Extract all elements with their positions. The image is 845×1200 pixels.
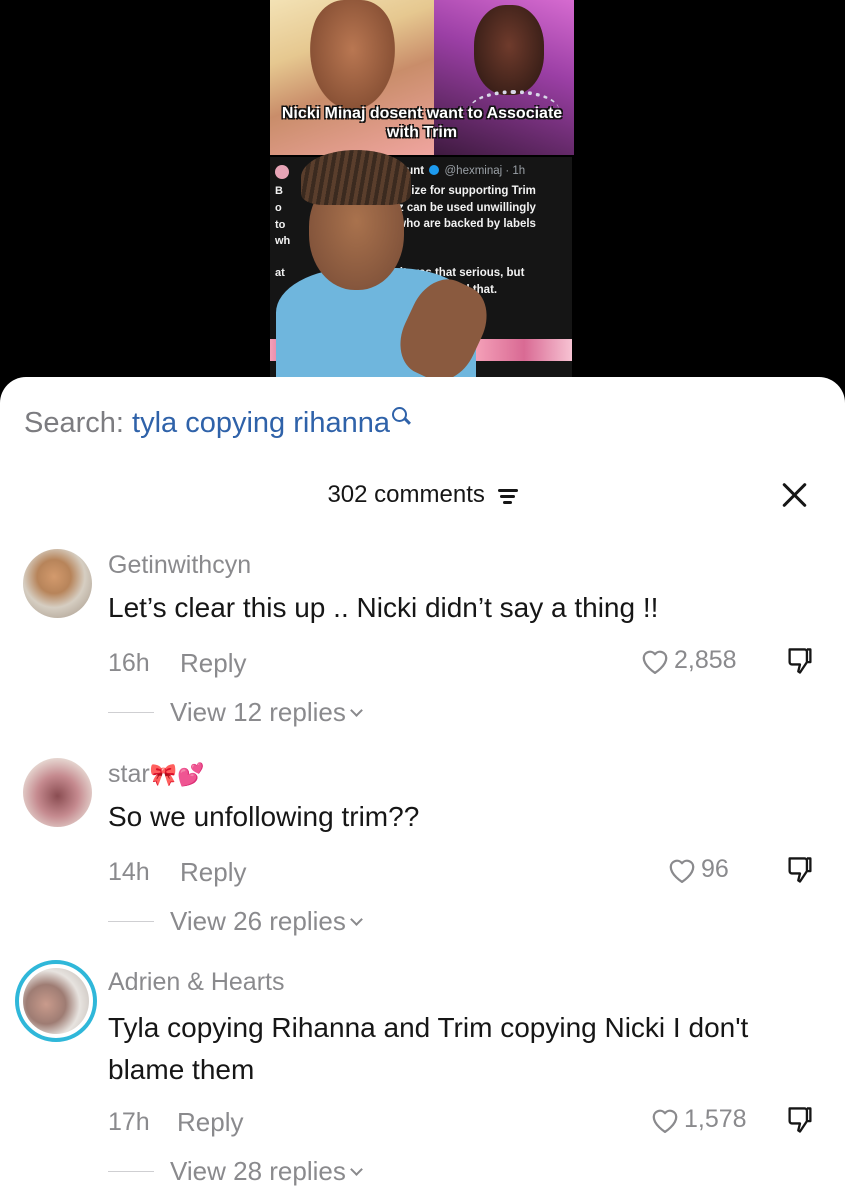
like-button[interactable]: 96	[667, 855, 729, 884]
view-replies-button[interactable]: View 26 replies	[108, 906, 363, 937]
like-count: 2,858	[674, 646, 737, 674]
comment-time: 16h	[108, 649, 150, 677]
like-button[interactable]: 1,578	[650, 1105, 747, 1134]
chevron-down-icon	[349, 1163, 363, 1176]
reply-button[interactable]: Reply	[177, 1107, 243, 1138]
comment-text: Tyla copying Rihanna and Trim copying Ni…	[108, 1012, 749, 1085]
close-icon[interactable]	[781, 481, 809, 509]
comment-time: 17h	[108, 1108, 150, 1136]
comment-count: 302 comments	[327, 481, 485, 508]
search-label: Search:	[24, 407, 124, 439]
sort-icon[interactable]	[497, 487, 518, 504]
chevron-down-icon	[349, 704, 363, 717]
view-replies-label: View 26 replies	[170, 906, 346, 936]
avatar[interactable]	[23, 758, 92, 827]
reply-button[interactable]: Reply	[180, 648, 246, 679]
reply-divider	[108, 920, 154, 923]
chevron-down-icon	[349, 913, 363, 926]
avatar-story-ring[interactable]	[15, 960, 97, 1042]
comment-username[interactable]: star🎀💕	[108, 760, 204, 789]
avatar	[23, 968, 89, 1034]
dislike-icon[interactable]	[786, 855, 814, 885]
heart-icon	[642, 650, 668, 674]
view-replies-button[interactable]: View 28 replies	[108, 1156, 363, 1187]
comment-username[interactable]: Getinwithcyn	[108, 551, 251, 580]
heart-icon	[652, 1109, 678, 1133]
video-caption: Nicki Minaj dosent want to Associate wit…	[281, 105, 563, 141]
avatar[interactable]	[23, 549, 92, 618]
search-term[interactable]: tyla copying rihanna	[132, 407, 390, 439]
bow-heart-emoji: 🎀💕	[149, 762, 205, 787]
tweet-image-strip	[476, 339, 572, 361]
comment-time: 14h	[108, 858, 150, 886]
like-count: 1,578	[684, 1105, 747, 1133]
search-suggestion[interactable]: Search: tyla copying rihanna	[24, 407, 407, 440]
view-replies-label: View 12 replies	[170, 697, 346, 727]
comment-username[interactable]: Adrien & Hearts	[108, 968, 284, 997]
dislike-icon[interactable]	[786, 1105, 814, 1135]
reply-divider	[108, 1170, 154, 1173]
reply-divider	[108, 711, 154, 714]
reply-button[interactable]: Reply	[180, 857, 246, 888]
like-button[interactable]: 2,858	[640, 646, 737, 675]
comment-text: Let’s clear this up .. Nicki didn’t say …	[108, 592, 659, 623]
comment-text: So we unfollowing trim??	[108, 801, 420, 832]
search-icon[interactable]	[391, 407, 407, 422]
comment-username-text: star	[108, 760, 150, 788]
video-player[interactable]: Nicki Minaj dosent want to Associate wit…	[0, 0, 845, 400]
view-replies-button[interactable]: View 12 replies	[108, 697, 363, 728]
creator-greenscreen	[276, 150, 499, 392]
comments-header: 302 comments	[0, 481, 845, 509]
heart-icon	[669, 859, 695, 883]
view-replies-label: View 28 replies	[170, 1156, 346, 1186]
dislike-icon[interactable]	[786, 646, 814, 676]
like-count: 96	[701, 855, 729, 883]
comments-sheet: Search: tyla copying rihanna 302 comment…	[0, 377, 845, 1200]
